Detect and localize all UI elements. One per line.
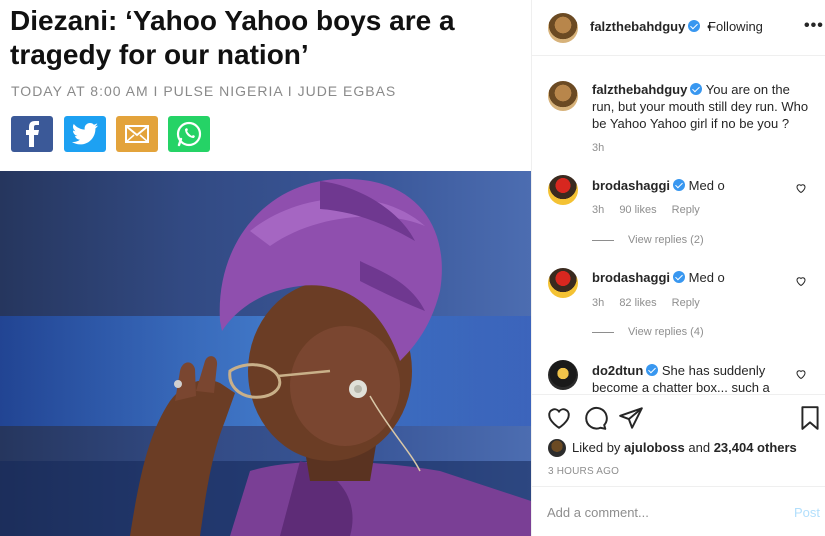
comment-time[interactable]: 3h (592, 142, 604, 154)
add-comment-bar: Add a comment... Post (532, 486, 825, 536)
add-comment-input[interactable]: Add a comment... (547, 505, 649, 520)
comment-username[interactable]: do2dtun (592, 363, 643, 378)
comment-likes[interactable]: 82 likes (619, 297, 656, 309)
divider-line (592, 331, 614, 333)
article-byline: TODAY AT 8:00 AM I PULSE NIGERIA I JUDE … (11, 83, 397, 99)
verified-badge-icon (673, 179, 686, 191)
comment-username[interactable]: brodashaggi (592, 178, 670, 193)
article-image: Diezani: ‘Yahoo Yahoo boys are a tragedy… (0, 0, 531, 536)
reply-button[interactable]: Reply (672, 297, 700, 309)
reply-button[interactable]: Reply (672, 204, 700, 216)
comment: do2dtun She has suddenly become a chatte… (592, 362, 814, 394)
comment-avatar[interactable] (548, 175, 578, 205)
divider-line (592, 239, 614, 241)
liked-by-prefix: Liked by (572, 440, 621, 455)
comment-time[interactable]: 3h (592, 204, 604, 216)
comment-avatar[interactable] (548, 360, 578, 390)
liker-avatar[interactable] (548, 439, 566, 457)
liked-by-user[interactable]: ajuloboss (624, 440, 685, 455)
comment-username[interactable]: falzthebahdguy (592, 82, 687, 97)
post-timestamp[interactable]: 3 HOURS AGO (548, 466, 619, 477)
whatsapp-icon (176, 121, 202, 147)
comment-avatar[interactable] (548, 81, 578, 111)
more-options-icon[interactable]: ••• (804, 17, 824, 35)
whatsapp-share-button (168, 116, 210, 152)
comment-username[interactable]: brodashaggi (592, 270, 670, 285)
save-bookmark-icon[interactable] (797, 405, 823, 431)
twitter-share-button (64, 116, 106, 152)
like-heart-icon[interactable] (546, 405, 572, 431)
comments-list[interactable]: falzthebahdguy You are on the run, but y… (532, 57, 825, 394)
twitter-icon (72, 123, 98, 145)
author-username[interactable]: falzthebahdguy • (590, 19, 712, 34)
share-paper-plane-icon[interactable] (618, 405, 644, 431)
comment-meta: 3h 90 likes Reply (592, 204, 712, 216)
verified-badge-icon (690, 83, 703, 95)
article-photo (0, 171, 531, 536)
liked-by-others[interactable]: 23,404 others (714, 440, 797, 455)
comment: brodashaggi Med o (592, 177, 814, 194)
article-headline: Diezani: ‘Yahoo Yahoo boys are a tragedy… (10, 5, 455, 70)
comment-avatar[interactable] (548, 268, 578, 298)
view-replies-button[interactable]: View replies (4) (592, 326, 704, 338)
comment-likes[interactable]: 90 likes (619, 204, 656, 216)
like-comment-heart-icon[interactable] (795, 182, 807, 194)
likes-summary: Liked by ajuloboss and 23,404 others (548, 439, 797, 457)
comment: brodashaggi Med o (592, 269, 814, 286)
verified-badge-icon (688, 20, 701, 32)
instagram-post-panel: falzthebahdguy • Following ••• falztheba… (531, 0, 825, 536)
comment-meta: 3h 82 likes Reply (592, 297, 712, 309)
following-button[interactable]: Following (708, 19, 763, 34)
email-icon (125, 125, 149, 143)
like-comment-heart-icon[interactable] (795, 275, 807, 287)
comment-bubble-icon[interactable] (582, 405, 608, 431)
author-username-text[interactable]: falzthebahdguy (590, 19, 685, 34)
facebook-share-button (11, 116, 53, 152)
verified-badge-icon (646, 364, 659, 376)
view-replies-label[interactable]: View replies (2) (628, 234, 704, 246)
author-avatar[interactable] (548, 13, 578, 43)
comment-text: Med o (688, 270, 725, 285)
like-comment-heart-icon[interactable] (795, 368, 807, 380)
verified-badge-icon (673, 271, 686, 283)
liked-by-and: and (688, 440, 711, 455)
email-share-button (116, 116, 158, 152)
comment-text: Med o (688, 178, 725, 193)
comment-time[interactable]: 3h (592, 297, 604, 309)
woman-portrait-illustration (130, 178, 531, 536)
view-replies-button[interactable]: View replies (2) (592, 234, 704, 246)
view-replies-label[interactable]: View replies (4) (628, 326, 704, 338)
post-comment-button[interactable]: Post (794, 505, 820, 520)
post-header: falzthebahdguy • Following ••• (532, 0, 825, 56)
caption: falzthebahdguy You are on the run, but y… (592, 81, 814, 132)
comment-meta: 3h (592, 142, 616, 154)
facebook-icon (26, 121, 39, 147)
